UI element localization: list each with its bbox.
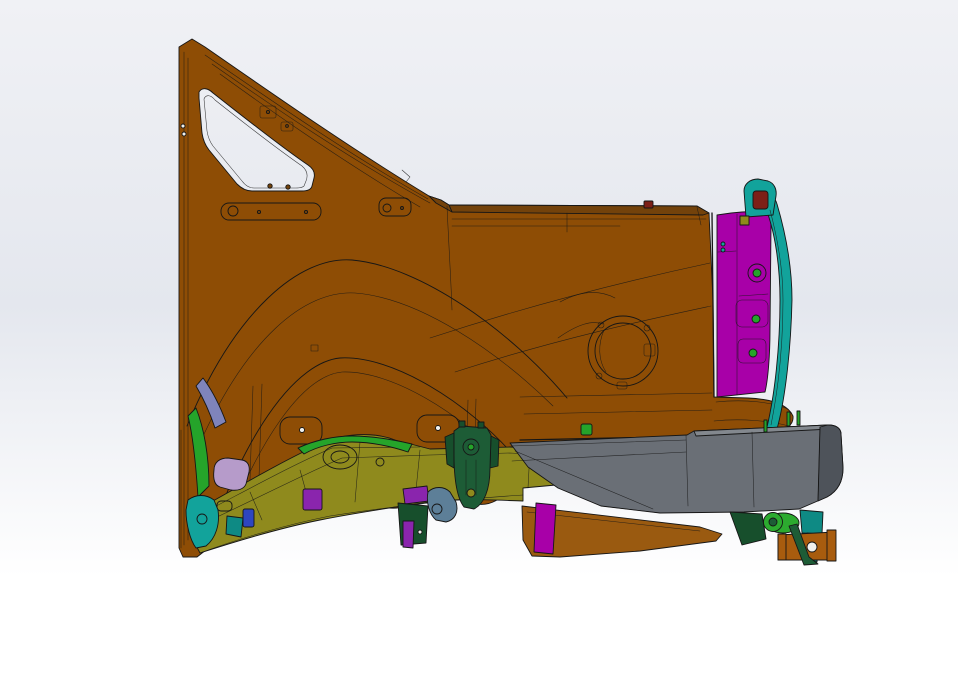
- part-purple-block[interactable]: [303, 489, 322, 510]
- hitch-pin-hole: [807, 542, 817, 552]
- cad-viewport[interactable]: [0, 0, 958, 679]
- part-dark-teal-bits[interactable]: [226, 516, 243, 537]
- rail-clip: [644, 201, 653, 208]
- part-blue-bracket[interactable]: [243, 509, 254, 527]
- part-magenta-sliver[interactable]: [534, 503, 556, 554]
- part-lavender-bracket[interactable]: [214, 458, 250, 490]
